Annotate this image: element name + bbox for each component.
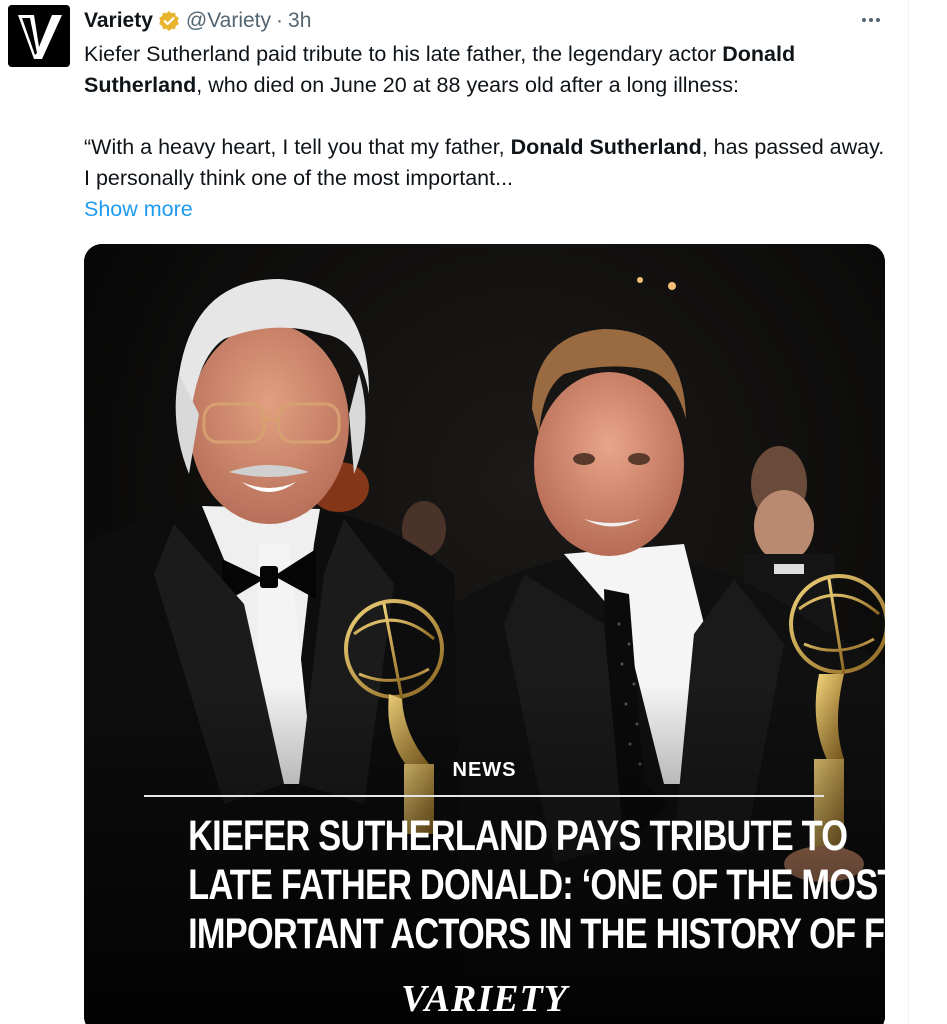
verified-badge-icon[interactable] <box>158 10 180 32</box>
headline-line-3: IMPORTANT ACTORS IN THE HISTORY OF FILM’ <box>188 910 885 958</box>
news-kicker: NEWS <box>452 759 517 781</box>
headline-divider <box>144 795 824 797</box>
tweet-media-image[interactable]: NEWS KIEFER SUTHERLAND PAYS TRIBUTE TO L… <box>84 244 885 1024</box>
user-handle[interactable]: @Variety <box>186 9 271 33</box>
quote-bold: Donald Sutherland <box>510 135 702 159</box>
avatar[interactable] <box>8 5 70 67</box>
tweet-text: Kiefer Sutherland paid tribute to his la… <box>84 39 894 225</box>
display-name[interactable]: Variety <box>84 9 153 33</box>
headline-line-2: LATE FATHER DONALD: ‘ONE OF THE MOST <box>188 861 885 909</box>
tweet-paragraph-intro: Kiefer Sutherland paid tribute to his la… <box>84 42 796 97</box>
column-divider <box>908 0 909 1024</box>
more-options-icon[interactable] <box>857 8 885 32</box>
tweet-paragraph-quote: “With a heavy heart, I tell you that my … <box>84 135 885 190</box>
variety-wordmark-logo: VARIETY <box>401 978 568 1020</box>
tweet-header: Variety @Variety · 3h <box>84 6 311 36</box>
timestamp[interactable]: 3h <box>288 9 311 33</box>
media-headline: KIEFER SUTHERLAND PAYS TRIBUTE TO LATE F… <box>188 812 885 959</box>
show-more-link[interactable]: Show more <box>84 194 894 225</box>
separator-dot: · <box>276 9 284 32</box>
tweet-page: Variety @Variety · 3h Kiefer Sutherland … <box>0 0 947 1024</box>
variety-v-logo-icon <box>8 5 70 67</box>
headline-line-1: KIEFER SUTHERLAND PAYS TRIBUTE TO <box>188 812 848 860</box>
